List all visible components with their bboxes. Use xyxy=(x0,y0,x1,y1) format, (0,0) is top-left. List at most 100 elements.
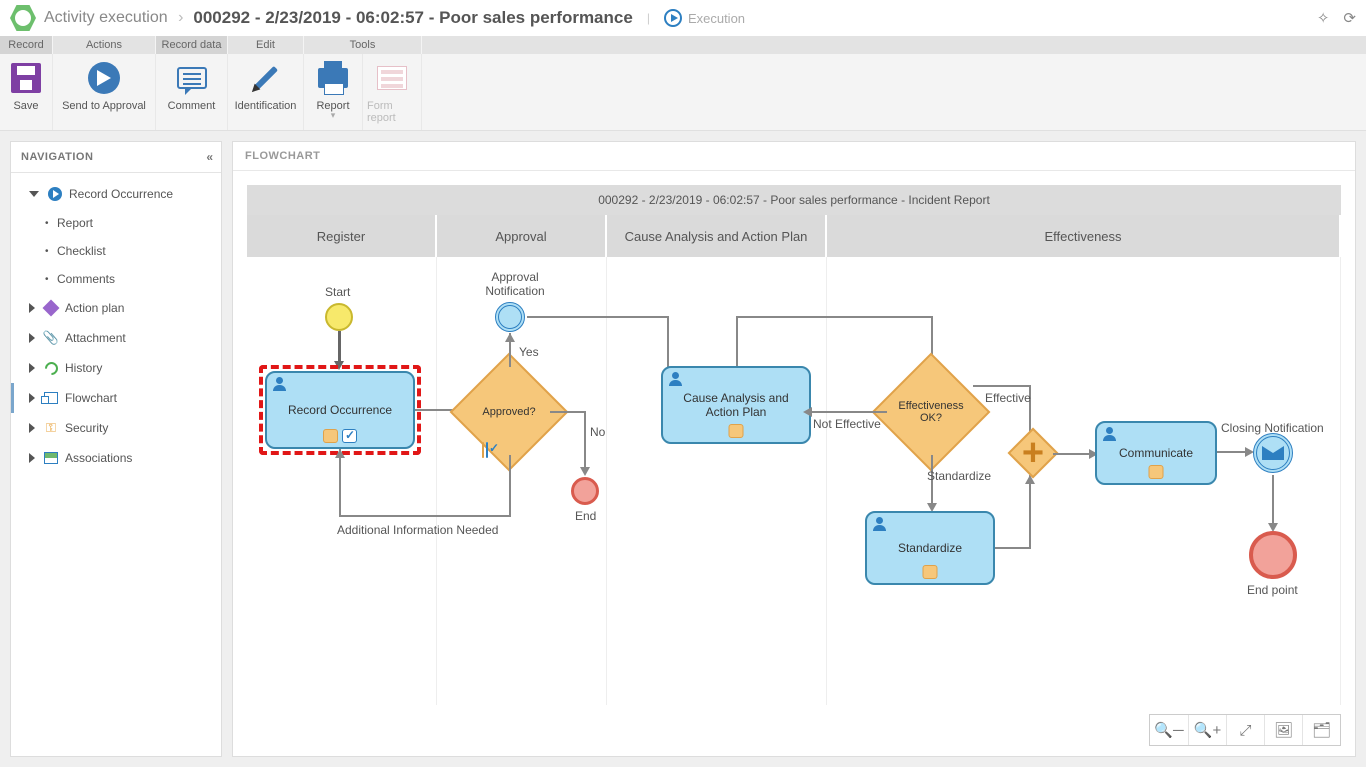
edge-label-additional-info: Additional Information Needed xyxy=(337,523,498,537)
pool-title: 000292 - 2/23/2019 - 06:02:57 - Poor sal… xyxy=(247,185,1341,215)
comment-icon xyxy=(177,67,207,89)
ident-label: Identification xyxy=(235,100,297,112)
note-icon xyxy=(923,565,938,579)
breadcrumb-root: Activity execution xyxy=(44,9,168,26)
send-to-approval-button[interactable]: Send to Approval xyxy=(53,54,156,130)
send-label: Send to Approval xyxy=(62,100,146,112)
lane-effectiveness: Effectiveness xyxy=(827,215,1341,257)
sidebar-item-flowchart[interactable]: Flowchart xyxy=(11,383,221,413)
cube-icon xyxy=(43,300,60,317)
zoom-fit-button[interactable]: ⤢ xyxy=(1226,715,1264,745)
chevron-right-icon xyxy=(29,333,35,343)
sidebar-item-record-occurrence[interactable]: Record Occurrence xyxy=(11,179,221,209)
ribbon-group-row: Record Actions Record data Edit Tools xyxy=(0,36,1366,54)
export-image-button[interactable]: 🖼 xyxy=(1264,715,1302,745)
task-communicate[interactable]: Communicate xyxy=(1095,421,1217,485)
navigation-sidebar: NAVIGATION « Record Occurrence Report Ch… xyxy=(10,141,222,757)
sidebar-item-label: Associations xyxy=(65,451,132,465)
expand-up-icon[interactable]: ✧ xyxy=(1317,9,1330,27)
sidebar-item-security[interactable]: ⚿ Security xyxy=(11,413,221,443)
sidebar-item-label: Report xyxy=(57,216,93,230)
end-point-event[interactable] xyxy=(1249,531,1297,579)
chevron-down-icon xyxy=(29,191,39,197)
sidebar-item-label: Record Occurrence xyxy=(69,187,173,201)
user-icon xyxy=(273,377,287,391)
identification-button[interactable]: Identification xyxy=(228,54,304,130)
sidebar-header: NAVIGATION xyxy=(21,151,93,163)
form-icon xyxy=(377,66,407,90)
end-event[interactable] xyxy=(571,477,599,505)
execution-play-icon xyxy=(664,9,682,27)
lane-cause: Cause Analysis and Action Plan xyxy=(607,215,827,257)
start-event[interactable] xyxy=(325,303,353,331)
associations-icon xyxy=(44,452,58,464)
end-point-label: End point xyxy=(1247,583,1298,597)
save-button[interactable]: Save xyxy=(0,54,53,130)
lane-approval: Approval xyxy=(437,215,607,257)
report-dropdown-icon[interactable]: ▾ xyxy=(331,112,336,118)
edge-label-not-effective: Not Effective xyxy=(813,417,881,431)
report-button[interactable]: Report ▾ xyxy=(304,54,363,130)
start-label: Start xyxy=(325,285,350,299)
chevron-right-icon xyxy=(29,453,35,463)
sidebar-item-attachment[interactable]: 📎 Attachment xyxy=(11,323,221,353)
breadcrumb: Activity execution › xyxy=(44,9,189,27)
form-label: Form report xyxy=(367,100,417,124)
paperclip-icon: 📎 xyxy=(43,330,59,346)
app-logo xyxy=(10,5,36,31)
pencil-icon xyxy=(253,66,277,90)
edge-label-standardize: Standardize xyxy=(927,469,991,483)
edge-label-no: No xyxy=(590,425,605,439)
comment-button[interactable]: Comment xyxy=(156,54,228,130)
check-icon xyxy=(342,429,357,443)
lane-register: Register xyxy=(247,215,437,257)
envelope-icon xyxy=(1262,446,1284,460)
intermediate-event-approval-notification[interactable] xyxy=(495,302,525,332)
sidebar-item-history[interactable]: History xyxy=(11,353,221,383)
note-icon xyxy=(729,424,744,438)
zoom-in-button[interactable]: 🔍+ xyxy=(1188,715,1226,745)
form-report-button: Form report xyxy=(363,54,422,130)
task-label: Communicate xyxy=(1119,446,1193,460)
task-record-occurrence[interactable]: Record Occurrence xyxy=(265,371,415,449)
flowchart-canvas[interactable]: 000292 - 2/23/2019 - 06:02:57 - Poor sal… xyxy=(247,185,1341,705)
chevron-right-icon xyxy=(29,303,35,313)
title-divider: | xyxy=(647,11,650,25)
gateway-label: Effectiveness OK? xyxy=(891,372,971,452)
lane-header-row: Register Approval Cause Analysis and Act… xyxy=(247,215,1341,257)
sidebar-item-label: Comments xyxy=(57,272,115,286)
note-icon xyxy=(1149,465,1164,479)
zoom-out-button[interactable]: 🔍─ xyxy=(1150,715,1188,745)
history-icon xyxy=(42,359,60,377)
task-label: Record Occurrence xyxy=(288,403,392,417)
sidebar-item-associations[interactable]: Associations xyxy=(11,443,221,473)
chevron-right-icon xyxy=(29,393,35,403)
task-cause-analysis[interactable]: Cause Analysis and Action Plan xyxy=(661,366,811,444)
breadcrumb-sep-icon: › xyxy=(178,9,183,26)
task-label: Standardize xyxy=(898,541,962,555)
sidebar-item-label: Action plan xyxy=(65,301,124,315)
play-circle-icon xyxy=(48,187,62,201)
save-icon xyxy=(11,63,41,93)
refresh-icon[interactable]: ⟳ xyxy=(1343,9,1356,27)
task-standardize[interactable]: Standardize xyxy=(865,511,995,585)
message-event-closing[interactable] xyxy=(1253,433,1293,473)
note-icon xyxy=(482,442,484,458)
check-icon xyxy=(486,442,488,458)
sidebar-item-checklist[interactable]: Checklist xyxy=(11,237,221,265)
gateway-label: Approved? xyxy=(469,372,549,452)
approval-notif-label: Approval Notification xyxy=(480,270,550,298)
sidebar-item-label: History xyxy=(65,361,102,375)
sidebar-item-report[interactable]: Report xyxy=(11,209,221,237)
tree-view-button[interactable]: 🗂 xyxy=(1302,715,1340,745)
sidebar-collapse-icon[interactable]: « xyxy=(206,150,211,164)
sidebar-item-label: Attachment xyxy=(65,331,126,345)
sidebar-item-action-plan[interactable]: Action plan xyxy=(11,293,221,323)
flowchart-panel-header: FLOWCHART xyxy=(233,142,1355,171)
comment-label: Comment xyxy=(168,100,216,112)
arrow-right-circle-icon xyxy=(88,62,120,94)
task-label: Cause Analysis and Action Plan xyxy=(669,391,803,419)
key-icon: ⚿ xyxy=(43,420,59,436)
sidebar-item-comments[interactable]: Comments xyxy=(11,265,221,293)
ribbon-group-recorddata: Record data xyxy=(156,36,228,54)
